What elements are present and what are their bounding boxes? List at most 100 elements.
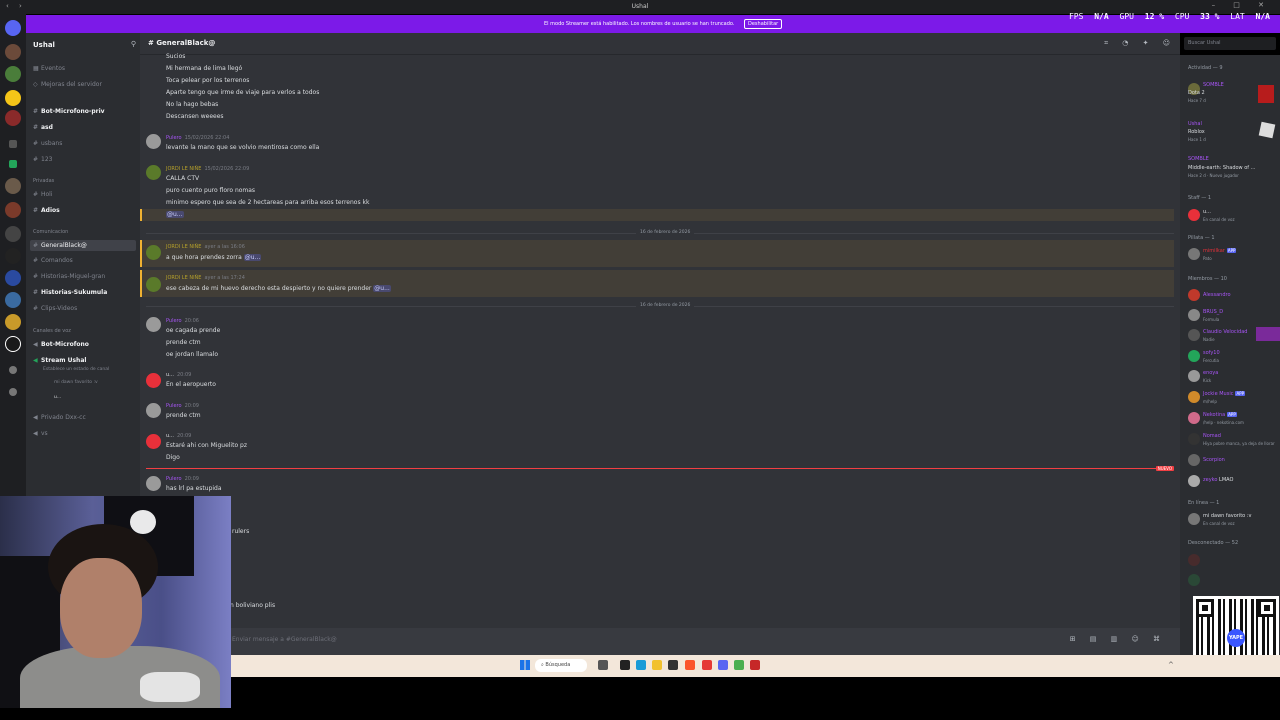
discord-icon[interactable] — [718, 660, 728, 670]
channel-holi[interactable]: # Holi — [33, 191, 53, 198]
user-mention[interactable]: @u... — [243, 254, 262, 261]
voice-vs[interactable]: ◀ vs — [33, 430, 48, 437]
folder-icon[interactable] — [652, 660, 662, 670]
composer-tools[interactable]: ⊞ ▤ ▥ ☺ ⌘ — [1070, 635, 1166, 643]
avatar[interactable] — [1188, 475, 1200, 487]
avatar[interactable] — [1188, 350, 1200, 362]
avatar[interactable] — [1188, 454, 1200, 466]
disable-streamer-button[interactable]: Deshabilitar — [744, 19, 783, 29]
user-mention[interactable]: @u... — [166, 211, 184, 218]
message-author[interactable]: JORDI LE NIÑE ayer a las 17:24 — [166, 275, 245, 281]
message-author[interactable]: JORDI LE NIÑE ayer a las 16:06 — [166, 244, 245, 250]
voice-user[interactable]: mi dawn favorito :v — [54, 380, 98, 385]
server-icon[interactable] — [5, 202, 21, 218]
window-controls[interactable]: – □ ✕ — [1212, 1, 1272, 9]
server-icon[interactable] — [9, 140, 17, 148]
edge-icon[interactable] — [636, 660, 646, 670]
channel-bot-microfono-priv[interactable]: # Bot-Microfono-priv — [33, 108, 105, 115]
brave-icon[interactable] — [685, 660, 695, 670]
server-icon[interactable] — [5, 314, 21, 330]
avatar[interactable] — [146, 134, 161, 149]
avatar[interactable] — [1188, 391, 1200, 403]
channel-usbans[interactable]: # usbans — [33, 140, 62, 147]
member-name[interactable]: Scorpion — [1203, 457, 1225, 463]
avatar[interactable] — [1188, 574, 1200, 586]
app-icon[interactable] — [620, 660, 630, 670]
avatar[interactable] — [1188, 289, 1200, 301]
message-author[interactable]: u... 20:09 — [166, 372, 191, 378]
member-name[interactable]: mi dawn favorito :v — [1203, 513, 1251, 519]
tray-chevron-icon[interactable]: ^ — [1168, 661, 1174, 669]
message-composer[interactable]: Enviar mensaje a #GeneralBlack@ ⊞ ▤ ▥ ☺ … — [140, 628, 1180, 655]
message-author[interactable]: Pulero 20:09 — [166, 476, 199, 482]
server-icon[interactable] — [5, 248, 21, 264]
member-name[interactable]: mimilkar APP — [1203, 248, 1237, 254]
member-name[interactable]: sofy10 — [1203, 350, 1220, 356]
voice-stream-ushal[interactable]: ◀ Stream Ushal — [33, 357, 86, 364]
app-icon[interactable] — [750, 660, 760, 670]
category-comunicacion[interactable]: Comunicacion — [33, 229, 68, 235]
member-name[interactable]: Alessandro — [1203, 292, 1231, 298]
activity-user[interactable]: SOMBLE — [1203, 82, 1224, 88]
channel-clips-videos[interactable]: # Clips-Videos — [33, 305, 77, 312]
member-name[interactable]: Claudio Velocidad — [1203, 329, 1247, 335]
message-author[interactable]: Pulero 20:09 — [166, 403, 199, 409]
add-member-icon[interactable]: ⚲ — [131, 40, 136, 48]
avatar[interactable] — [1188, 554, 1200, 566]
member-name[interactable]: enoya — [1203, 370, 1218, 376]
avatar[interactable] — [1188, 329, 1200, 341]
avatar[interactable] — [146, 476, 161, 491]
events-item[interactable]: ▦ Eventos — [33, 65, 65, 72]
taskbar-search[interactable]: ⌕ Búsqueda — [535, 659, 587, 672]
voice-status[interactable]: Establece un estado de canal — [43, 367, 109, 372]
channel-generalblack[interactable]: # GeneralBlack@ — [30, 240, 136, 251]
avatar[interactable] — [1188, 309, 1200, 321]
avatar[interactable] — [1188, 209, 1200, 221]
avatar[interactable] — [146, 277, 161, 292]
server-icon[interactable] — [5, 44, 21, 60]
voice-bot-microfono[interactable]: ◀ Bot-Microfono — [33, 341, 89, 348]
avatar[interactable] — [146, 317, 161, 332]
message-author[interactable]: JORDI LE NIÑE 15/02/2026 22:09 — [166, 166, 249, 172]
server-icon[interactable] — [9, 160, 17, 168]
channel-adios[interactable]: # Adios — [33, 207, 60, 214]
activity-user[interactable]: SOMBLE — [1188, 156, 1209, 162]
category-privadas[interactable]: Privadas — [33, 178, 54, 184]
server-name[interactable]: Ushal — [33, 41, 55, 49]
voice-privado[interactable]: ◀ Privado Dxx-cc — [33, 414, 86, 421]
app-icon[interactable] — [734, 660, 744, 670]
boosts-item[interactable]: ◇ Mejoras del servidor — [33, 81, 102, 88]
channel-historias-sukumula[interactable]: # Historias-Sukumula — [33, 289, 107, 296]
app-icon[interactable] — [668, 660, 678, 670]
avatar[interactable] — [1188, 248, 1200, 260]
windows-start-icon[interactable] — [520, 660, 530, 670]
avatar[interactable] — [1188, 370, 1200, 382]
server-icon[interactable] — [5, 178, 21, 194]
message-author[interactable]: Pulero 20:06 — [166, 318, 199, 324]
app-icon[interactable] — [702, 660, 712, 670]
header-tools[interactable]: ⌗ ◔ ✦ ☺ — [1104, 39, 1176, 48]
channel-123[interactable]: #123 — [33, 156, 52, 163]
channel-comandos[interactable]: # Comandos — [33, 257, 73, 264]
search-input[interactable]: Buscar Ushal — [1184, 37, 1276, 50]
server-icon[interactable] — [5, 336, 21, 352]
avatar[interactable] — [1188, 433, 1200, 445]
avatar[interactable] — [146, 245, 161, 260]
task-view-icon[interactable] — [598, 660, 608, 670]
server-icon[interactable] — [5, 226, 21, 242]
explore-icon[interactable] — [9, 388, 17, 396]
add-server-icon[interactable] — [9, 366, 17, 374]
avatar[interactable] — [146, 434, 161, 449]
member-name[interactable]: Jockie Music APP — [1203, 391, 1246, 397]
server-icon[interactable] — [5, 292, 21, 308]
member-name[interactable]: BRUS_D — [1203, 309, 1223, 315]
channel-asd[interactable]: # asd — [33, 124, 53, 131]
member-name[interactable]: Nomad — [1203, 433, 1221, 439]
category-voz[interactable]: Canales de voz — [33, 328, 71, 334]
member-name[interactable]: zeyko LMAO — [1203, 477, 1233, 483]
channel-historias-miguel[interactable]: # Historias-Miguel-gran — [33, 273, 105, 280]
home-icon[interactable] — [5, 20, 21, 36]
avatar[interactable] — [1188, 513, 1200, 525]
server-icon[interactable] — [5, 90, 21, 106]
server-icon[interactable] — [5, 110, 21, 126]
